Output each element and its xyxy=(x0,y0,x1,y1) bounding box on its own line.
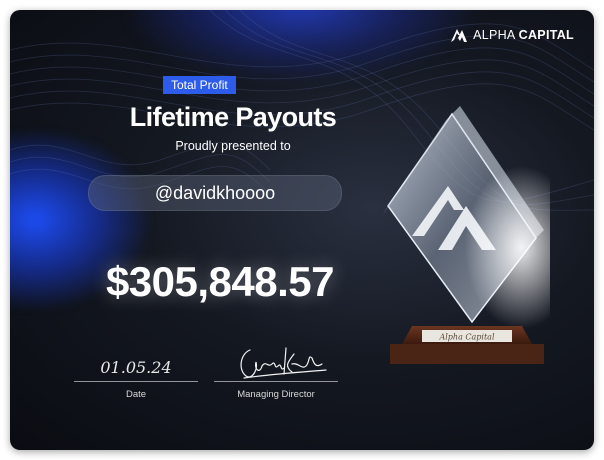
date-underline xyxy=(74,381,198,382)
signature-underline xyxy=(214,381,338,382)
recipient-name: @davidkhoooo xyxy=(88,175,342,211)
date-value: 01.05.24 xyxy=(100,358,172,377)
trophy-plaque-text: Alpha Capital xyxy=(438,333,494,342)
date-label: Date xyxy=(125,389,147,400)
brand-name: ALPHA CAPITAL xyxy=(473,28,574,42)
signature-image xyxy=(240,347,327,379)
brand-name-bold: CAPITAL xyxy=(518,28,574,42)
alpha-logo-icon xyxy=(451,29,468,42)
certificate-card: ALPHA CAPITAL Total Profit Lifetime Payo… xyxy=(10,10,594,450)
total-profit-badge: Total Profit xyxy=(163,76,236,94)
brand-name-light: ALPHA xyxy=(473,28,519,42)
signature-label: Managing Director xyxy=(237,389,315,400)
trophy-icon: Alpha Capital xyxy=(360,98,550,370)
brand-header: ALPHA CAPITAL xyxy=(450,27,574,43)
